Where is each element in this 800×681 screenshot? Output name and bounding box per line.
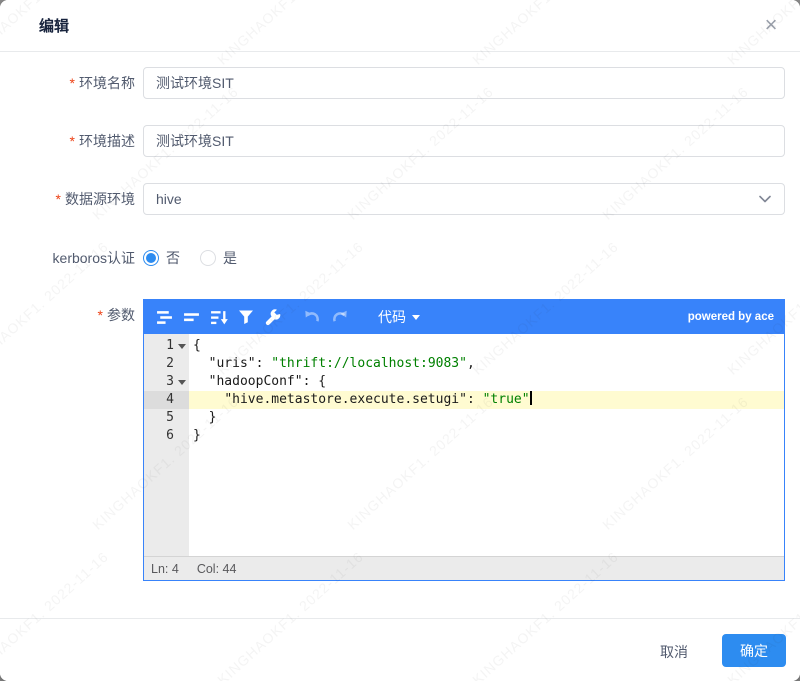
- powered-by-ace-label: powered by ace: [688, 311, 774, 323]
- fold-toggle-icon[interactable]: [178, 344, 186, 349]
- code-line[interactable]: "hadoopConf": {: [189, 373, 784, 391]
- kerberos-radio-group: 否 是: [143, 248, 237, 268]
- status-line-number: Ln: 4: [151, 562, 179, 576]
- confirm-button[interactable]: 确定: [722, 634, 786, 667]
- filter-icon[interactable]: [232, 304, 259, 330]
- text-cursor: [530, 391, 532, 405]
- redo-icon[interactable]: [327, 304, 354, 330]
- code-line[interactable]: }: [189, 427, 784, 445]
- dialog-footer: 取消 确定: [0, 618, 800, 681]
- gutter-line-number: 6: [144, 427, 189, 445]
- code-gutter: 123456: [144, 334, 189, 556]
- required-asterisk: *: [98, 307, 103, 323]
- dialog-header: 编辑 ×: [0, 0, 800, 52]
- close-icon[interactable]: ×: [756, 10, 786, 40]
- cancel-button[interactable]: 取消: [656, 642, 692, 662]
- edit-dialog: 编辑 × *环境名称 *环境描述 *数据源环境 hive kerboros认证 …: [0, 0, 800, 681]
- compact-icon[interactable]: [178, 304, 205, 330]
- json-editor: 代码 powered by ace 123456 { "uris": "thri…: [143, 299, 785, 581]
- select-value: hive: [156, 191, 758, 207]
- env-desc-label: *环境描述: [0, 133, 135, 149]
- datasource-env-select[interactable]: hive: [143, 183, 785, 215]
- required-asterisk: *: [70, 75, 75, 91]
- editor-toolbar: 代码 powered by ace: [144, 300, 784, 334]
- env-name-input[interactable]: [143, 67, 785, 99]
- code-line[interactable]: }: [189, 409, 784, 427]
- caret-down-icon: [412, 315, 420, 320]
- code-line[interactable]: "uris": "thrift://localhost:9083",: [189, 355, 784, 373]
- fold-toggle-icon[interactable]: [178, 380, 186, 385]
- datasource-env-label: *数据源环境: [0, 191, 135, 207]
- code-editor-area[interactable]: 123456 { "uris": "thrift://localhost:908…: [144, 334, 784, 556]
- code-line[interactable]: "hive.metastore.execute.setugi": "true": [189, 391, 784, 409]
- gutter-line-number: 1: [144, 337, 189, 355]
- radio-option-no[interactable]: 否: [143, 248, 180, 268]
- format-icon[interactable]: [151, 304, 178, 330]
- repair-wrench-icon[interactable]: [259, 304, 286, 330]
- kerberos-auth-label: kerboros认证: [0, 250, 135, 266]
- editor-status-bar: Ln: 4 Col: 44: [144, 556, 784, 580]
- sort-icon[interactable]: [205, 304, 232, 330]
- radio-unselected-icon: [200, 250, 216, 266]
- code-lines[interactable]: { "uris": "thrift://localhost:9083", "ha…: [189, 334, 784, 556]
- required-asterisk: *: [56, 191, 61, 207]
- radio-selected-icon: [143, 250, 159, 266]
- gutter-line-number: 3: [144, 373, 189, 391]
- env-name-label: *环境名称: [0, 75, 135, 91]
- gutter-line-number: 4: [144, 391, 189, 409]
- chevron-down-icon: [758, 194, 772, 204]
- mode-select-button[interactable]: 代码: [372, 306, 426, 328]
- dialog-title: 编辑: [39, 15, 69, 36]
- env-desc-input[interactable]: [143, 125, 785, 157]
- code-line[interactable]: {: [189, 337, 784, 355]
- gutter-line-number: 2: [144, 355, 189, 373]
- undo-icon[interactable]: [298, 304, 325, 330]
- gutter-line-number: 5: [144, 409, 189, 427]
- radio-option-yes[interactable]: 是: [200, 248, 237, 268]
- status-column-number: Col: 44: [197, 562, 237, 576]
- required-asterisk: *: [70, 133, 75, 149]
- params-label: *参数: [0, 307, 135, 323]
